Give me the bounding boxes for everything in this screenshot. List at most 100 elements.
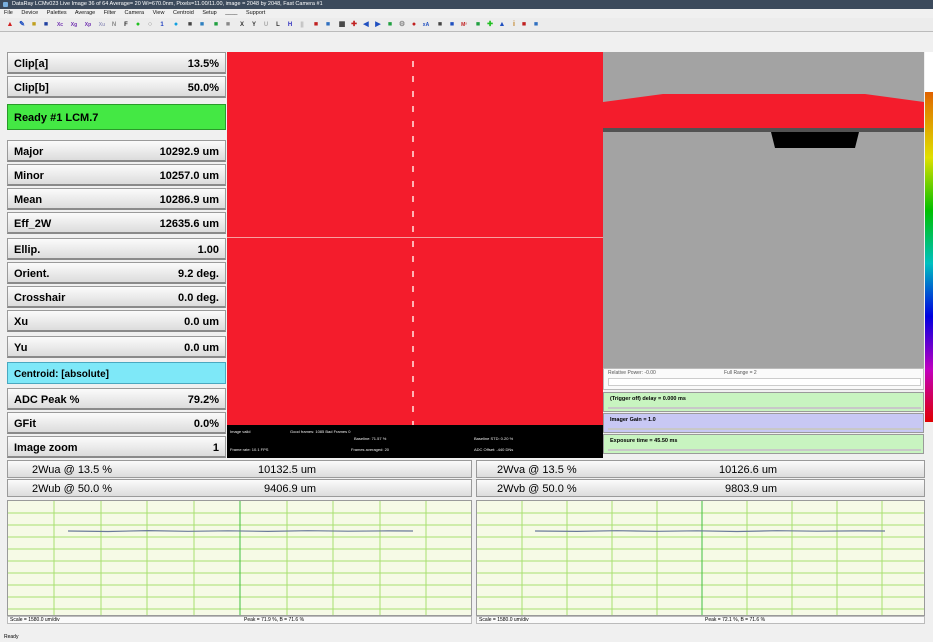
menu-file[interactable]: File — [4, 10, 13, 16]
menu-support[interactable]: Support — [246, 10, 265, 16]
one-icon[interactable]: 1 — [158, 21, 166, 29]
width-ub-label: 2Wub @ 50.0 % — [32, 483, 113, 495]
table-icon[interactable]: ■ — [324, 21, 332, 29]
width-ua-row[interactable]: 2Wua @ 13.5 % 10132.5 um — [7, 460, 472, 478]
menu-average[interactable]: Average — [75, 10, 95, 16]
f-icon[interactable]: F — [122, 21, 130, 29]
info-icon[interactable]: i — [510, 21, 518, 29]
y-profile-chart[interactable] — [476, 500, 925, 616]
exposure-time-slider[interactable] — [608, 449, 921, 451]
stop-icon[interactable]: ■ — [312, 21, 320, 29]
imager-gain-slider[interactable] — [608, 428, 921, 430]
beam-image[interactable] — [227, 52, 603, 425]
y-chart-peak: Peak = 72.1 %, B = 71.6 % — [705, 617, 766, 623]
gfit-row[interactable]: GFit 0.0% — [7, 412, 226, 434]
trigger-delay-control[interactable]: (Trigger off) delay = 0.000 ms — [603, 392, 924, 412]
person-icon[interactable]: ▲ — [498, 21, 506, 29]
l-icon[interactable]: L — [274, 21, 282, 29]
menu-bar: File Device Palettes Average Filter Came… — [0, 9, 933, 18]
trigger-delay-label: (Trigger off) delay = 0.000 ms — [610, 396, 686, 402]
xp-icon[interactable]: Xp — [84, 21, 92, 29]
ab-icon[interactable]: xA — [422, 21, 430, 29]
imager-gain-label: Imager Gain = 1.0 — [610, 417, 656, 423]
image-zoom-row[interactable]: Image zoom 1 — [7, 436, 226, 458]
menu-camera[interactable]: Camera — [125, 10, 145, 16]
camera-icon[interactable]: ■ — [186, 21, 194, 29]
arrow-up-icon[interactable]: ▲ — [6, 21, 14, 29]
u-icon[interactable]: U — [262, 21, 270, 29]
major-row[interactable]: Major 10292.9 um — [7, 140, 226, 162]
eff-2w-row[interactable]: Eff_2W 12635.6 um — [7, 212, 226, 234]
circle-icon[interactable]: ○ — [146, 21, 154, 29]
save-icon[interactable]: ■ — [42, 21, 50, 29]
menu-device[interactable]: Device — [21, 10, 38, 16]
cross-arrows-icon[interactable]: ✚ — [350, 21, 358, 29]
help-icon[interactable]: ■ — [520, 21, 528, 29]
xc-icon[interactable]: Xc — [56, 21, 64, 29]
menu-centroid[interactable]: Centroid — [173, 10, 194, 16]
monitor-icon[interactable]: ■ — [198, 21, 206, 29]
pencil-icon[interactable]: ✎ — [18, 21, 26, 29]
ellip-row[interactable]: Ellip. 1.00 — [7, 238, 226, 260]
width-ub-value: 9406.9 um — [264, 483, 316, 495]
image-icon[interactable]: ■ — [224, 21, 232, 29]
y-axis-icon[interactable]: Y — [250, 21, 258, 29]
menu-filter[interactable]: Filter — [104, 10, 116, 16]
stats-icon[interactable]: ■ — [386, 21, 394, 29]
plus-icon[interactable]: ✚ — [486, 21, 494, 29]
plot-icon[interactable]: ■ — [474, 21, 482, 29]
app-icon — [3, 2, 8, 7]
exposure-time-control[interactable]: Exposure time = 45.50 ms — [603, 434, 924, 454]
adc-peak-row[interactable]: ADC Peak % 79.2% — [7, 388, 226, 410]
menu-setup[interactable]: Setup — [202, 10, 216, 16]
n-icon[interactable]: N — [110, 21, 118, 29]
mean-row[interactable]: Mean 10286.9 um — [7, 188, 226, 210]
centroid-mode-row[interactable]: Centroid: [absolute] — [7, 362, 226, 384]
width-vb-row[interactable]: 2Wvb @ 50.0 % 9803.9 um — [476, 479, 925, 497]
relative-power-slider[interactable] — [608, 378, 921, 386]
imager-gain-control[interactable]: Imager Gain = 1.0 — [603, 413, 924, 433]
menu-palettes[interactable]: Palettes — [47, 10, 67, 16]
gear-icon[interactable]: ⚙ — [398, 21, 406, 29]
arrow-right-icon[interactable]: ▶ — [374, 21, 382, 29]
width-ub-row[interactable]: 2Wub @ 50.0 % 9406.9 um — [7, 479, 472, 497]
arrow-left-icon[interactable]: ◀ — [362, 21, 370, 29]
clipboard-icon[interactable]: ■ — [448, 21, 456, 29]
window-icon[interactable]: ■ — [532, 21, 540, 29]
grid-icon[interactable]: ■ — [212, 21, 220, 29]
menu-view[interactable]: View — [153, 10, 165, 16]
blue-dot-icon[interactable]: ● — [172, 21, 180, 29]
eff-2w-label: Eff_2W — [14, 218, 52, 230]
clip-a-row[interactable]: Clip[a] 13.5% — [7, 52, 226, 74]
trigger-delay-slider[interactable] — [608, 407, 921, 409]
xu-icon[interactable]: Xu — [98, 21, 106, 29]
grid2-icon[interactable]: ▦ — [338, 21, 346, 29]
xu-row[interactable]: Xu 0.0 um — [7, 310, 226, 332]
orient-label: Orient. — [14, 268, 50, 280]
crosshair-row[interactable]: Crosshair 0.0 deg. — [7, 286, 226, 308]
adc-offset-text: ADC Offset: -440 DNs — [474, 447, 514, 452]
orient-row[interactable]: Orient. 9.2 deg. — [7, 262, 226, 284]
3d-profile-view[interactable] — [603, 52, 924, 368]
x-axis-icon[interactable]: X — [238, 21, 246, 29]
print-icon[interactable]: ■ — [436, 21, 444, 29]
clip-b-row[interactable]: Clip[b] 50.0% — [7, 76, 226, 98]
record-icon[interactable]: ● — [410, 21, 418, 29]
h-icon[interactable]: H — [286, 21, 294, 29]
m2-icon[interactable]: M² — [460, 21, 468, 29]
minor-row[interactable]: Minor 10257.0 um — [7, 164, 226, 186]
exposure-time-label: Exposure time = 45.50 ms — [610, 438, 678, 444]
width-va-row[interactable]: 2Wva @ 13.5 % 10126.6 um — [476, 460, 925, 478]
green-dot-icon[interactable]: ● — [134, 21, 142, 29]
bar-icon[interactable]: || — [298, 21, 306, 29]
y-chart-scale: Scale = 1580.0 um/div — [479, 617, 529, 623]
open-folder-icon[interactable]: ■ — [30, 21, 38, 29]
xu-value: 0.0 um — [184, 316, 219, 328]
ready-status-row[interactable]: Ready #1 LCM.7 — [7, 104, 226, 130]
yu-row[interactable]: Yu 0.0 um — [7, 336, 226, 358]
yu-value: 0.0 um — [184, 342, 219, 354]
relative-power-control[interactable]: Relative Power: -0.00 Full Range = 2 — [603, 368, 924, 390]
x-profile-chart[interactable] — [7, 500, 472, 616]
width-va-label: 2Wva @ 13.5 % — [497, 464, 577, 476]
xg-icon[interactable]: Xg — [70, 21, 78, 29]
